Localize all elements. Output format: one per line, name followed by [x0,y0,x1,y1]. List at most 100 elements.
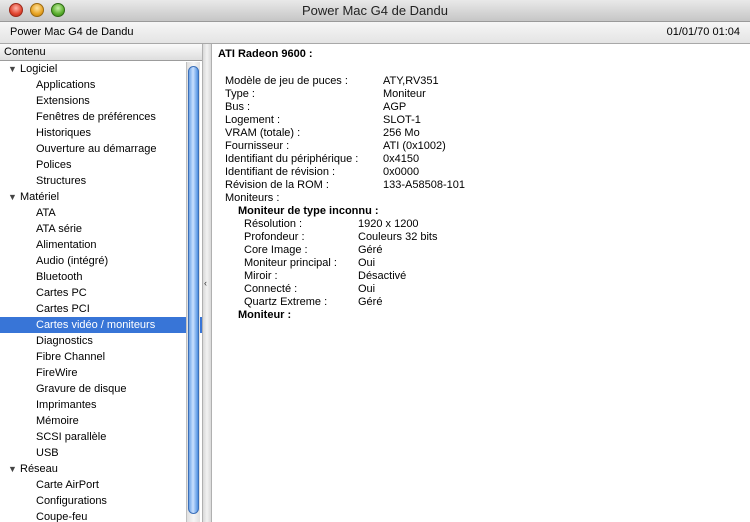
property-row: Modèle de jeu de puces : ATY,RV351 [225,75,465,88]
property-key: Fournisseur : [225,140,290,152]
property-value: 1920 x 1200 [358,218,419,230]
tree-item[interactable]: Alimentation [0,237,202,253]
property-row: Logement : SLOT-1 [225,114,465,127]
tree-item[interactable]: Cartes PC [0,285,202,301]
report-timestamp: 01/01/70 01:04 [666,26,740,38]
property-value: Désactivé [358,270,407,282]
splitter-grip-icon: ‹ [204,278,207,288]
property-row: Quartz Extreme : Géré [244,296,438,309]
property-key: Quartz Extreme : [244,296,328,308]
property-key: Miroir : [244,270,278,282]
header-bar: Power Mac G4 de Dandu 01/01/70 01:04 [0,22,750,44]
tree-item[interactable]: Polices [0,157,202,173]
machine-name: Power Mac G4 de Dandu [10,26,134,38]
property-row: Miroir : Désactivé [244,270,438,283]
pane-splitter[interactable]: ‹ [203,44,212,522]
tree-item[interactable]: Bluetooth [0,269,202,285]
tree-item[interactable]: ATA [0,205,202,221]
property-key: Modèle de jeu de puces : [225,75,348,87]
property-row: Moniteurs : [225,192,465,205]
tree-item[interactable]: Ouverture au démarrage [0,141,202,157]
window-title: Power Mac G4 de Dandu [302,3,448,18]
property-row: Identifiant du périphérique : 0x4150 [225,153,465,166]
property-row: Révision de la ROM : 133-A58508-101 [225,179,465,192]
property-value: Oui [358,283,376,295]
tree-item[interactable]: Gravure de disque [0,381,202,397]
property-row: VRAM (totale) : 256 Mo [225,127,465,140]
disclosure-triangle-icon[interactable]: ▼ [8,61,20,77]
tree-group-label: Matériel [20,191,60,203]
property-key: Identifiant de révision : [225,166,336,178]
property-row: Profondeur : Couleurs 32 bits [244,231,438,244]
property-row: Connecté : Oui [244,283,438,296]
disclosure-triangle-icon[interactable]: ▼ [8,461,20,477]
tree-group-label: Réseau [20,463,58,475]
tree-group[interactable]: ▼ Réseau [0,461,202,477]
tree-item[interactable]: FireWire [0,365,202,381]
monitor-properties: Résolution : 1920 x 1200 Profondeur : Coule… [244,218,438,309]
property-key: Moniteur principal : [244,257,337,269]
property-value: 0x4150 [383,153,420,165]
property-value: Géré [358,296,383,308]
sidebar-scroll-thumb[interactable] [188,66,199,514]
device-title: ATI Radeon 9600 : [218,48,313,60]
property-value: 256 Mo [383,127,420,139]
tree-item[interactable]: Historiques [0,125,202,141]
property-row: Type : Moniteur [225,88,465,101]
tree-group[interactable]: ▼ Matériel [0,189,202,205]
tree-item[interactable]: Configurations [0,493,202,509]
property-row: Moniteur principal : Oui [244,257,438,270]
tree-item[interactable]: Applications [0,77,202,93]
property-value: 133-A58508-101 [383,179,465,191]
disclosure-triangle-icon[interactable]: ▼ [8,189,20,205]
tree-item[interactable]: Mémoire [0,413,202,429]
tree-group-label: Logiciel [20,63,58,75]
tree-item[interactable]: Diagnostics [0,333,202,349]
tree-item[interactable]: Coupe-feu [0,509,202,522]
tree-item[interactable]: Extensions [0,93,202,109]
property-value: Moniteur [383,88,426,100]
property-key: Révision de la ROM : [225,179,329,191]
monitor-section-title: Moniteur de type inconnu : [238,205,379,217]
property-value: 0x0000 [383,166,420,178]
contents-tree: ▼ Logiciel Applications Extensions Fenêtres … [0,61,202,522]
property-key: Type : [225,88,255,100]
property-value: AGP [383,101,407,113]
property-value: SLOT-1 [383,114,421,126]
property-row: Résolution : 1920 x 1200 [244,218,438,231]
device-properties: Modèle de jeu de puces : ATY,RV351 Type :M… [225,75,465,205]
sidebar-scrollbar[interactable] [186,62,200,522]
tree-item[interactable]: ATA série [0,221,202,237]
tree-item[interactable]: Carte AirPort [0,477,202,493]
tree-item[interactable]: SCSI parallèle [0,429,202,445]
property-value: ATY,RV351 [383,75,439,87]
property-value: ATI (0x1002) [383,140,446,152]
property-key: Résolution : [244,218,303,230]
property-row: Bus : AGP [225,101,465,114]
tree-item[interactable]: Fibre Channel [0,349,202,365]
sidebar: Contenu ▼ Logiciel Applications Extensions F… [0,44,203,522]
property-key: Connecté : [244,283,298,295]
tree-item[interactable]: Cartes vidéo / moniteurs [0,317,202,333]
property-key: Profondeur : [244,231,305,243]
property-value: Géré [358,244,383,256]
property-value: Couleurs 32 bits [358,231,438,243]
detail-pane: ATI Radeon 9600 : Modèle de jeu de puces… [212,44,750,522]
tree-item[interactable]: USB [0,445,202,461]
property-row: Core Image : Géré [244,244,438,257]
property-key: Identifiant du périphérique : [225,153,359,165]
property-key: VRAM (totale) : [225,127,301,139]
sidebar-column-header[interactable]: Contenu [0,44,202,61]
tree-group[interactable]: ▼ Logiciel [0,61,202,77]
monitor-2-title: Moniteur : [238,309,292,321]
tree-item[interactable]: Fenêtres de préférences [0,109,202,125]
tree-item[interactable]: Audio (intégré) [0,253,202,269]
property-key: Core Image : [244,244,308,256]
property-row: Fournisseur : ATI (0x1002) [225,140,465,153]
tree-item[interactable]: Cartes PCI [0,301,202,317]
tree-item[interactable]: Imprimantes [0,397,202,413]
property-key: Moniteurs : [225,192,280,204]
tree-item[interactable]: Structures [0,173,202,189]
property-key: Bus : [225,101,251,113]
title-bar: Power Mac G4 de Dandu [0,0,750,22]
